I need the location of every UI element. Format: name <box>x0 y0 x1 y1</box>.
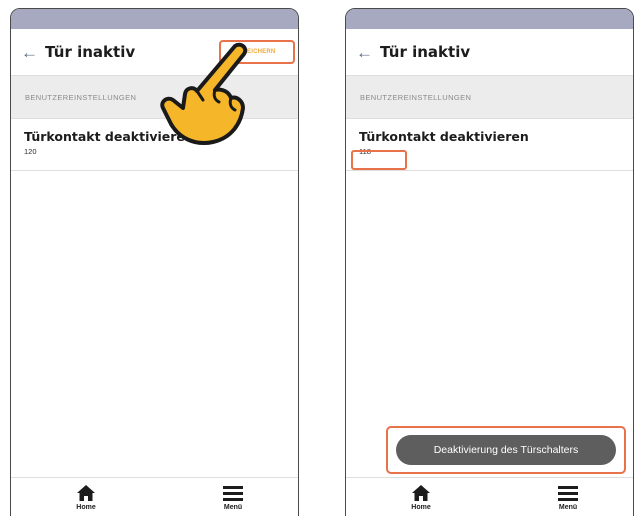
arrow-left-icon[interactable]: ← <box>21 44 41 61</box>
menu-icon <box>223 486 243 501</box>
page-title: Tür inaktiv <box>45 43 136 61</box>
bottom-nav: Home Menü <box>11 477 298 516</box>
pointing-hand-icon <box>160 42 248 145</box>
nav-menu-button[interactable]: Menü <box>208 484 258 511</box>
nav-home-label: Home <box>411 504 431 511</box>
nav-home-button[interactable]: Home <box>396 484 446 511</box>
toast-message: Deaktivierung des Türschalters <box>396 435 616 465</box>
status-bar <box>346 9 633 29</box>
bottom-nav: Home Menü <box>346 477 633 516</box>
menu-icon <box>558 486 578 501</box>
value-highlight-box <box>351 150 407 170</box>
setting-title: Türkontakt deaktivieren <box>359 129 529 144</box>
nav-menu-label: Menü <box>223 504 243 511</box>
home-icon <box>412 485 430 501</box>
home-icon <box>77 485 95 501</box>
setting-door-contact[interactable]: Türkontakt deaktivieren 118 <box>346 119 633 171</box>
nav-home-label: Home <box>76 504 96 511</box>
page-title: Tür inaktiv <box>380 43 471 61</box>
section-header: BENUTZEREINSTELLUNGEN <box>346 75 633 119</box>
nav-menu-button[interactable]: Menü <box>543 484 593 511</box>
status-bar <box>11 9 298 29</box>
arrow-left-icon[interactable]: ← <box>356 44 376 61</box>
toast-highlight-box: Deaktivierung des Türschalters <box>386 426 626 474</box>
nav-home-button[interactable]: Home <box>61 484 111 511</box>
nav-menu-label: Menü <box>558 504 578 511</box>
setting-value: 120 <box>24 147 37 156</box>
phone-screen-after: ← Tür inaktiv BENUTZEREINSTELLUNGEN Türk… <box>345 8 634 516</box>
app-header: ← Tür inaktiv <box>346 29 633 75</box>
